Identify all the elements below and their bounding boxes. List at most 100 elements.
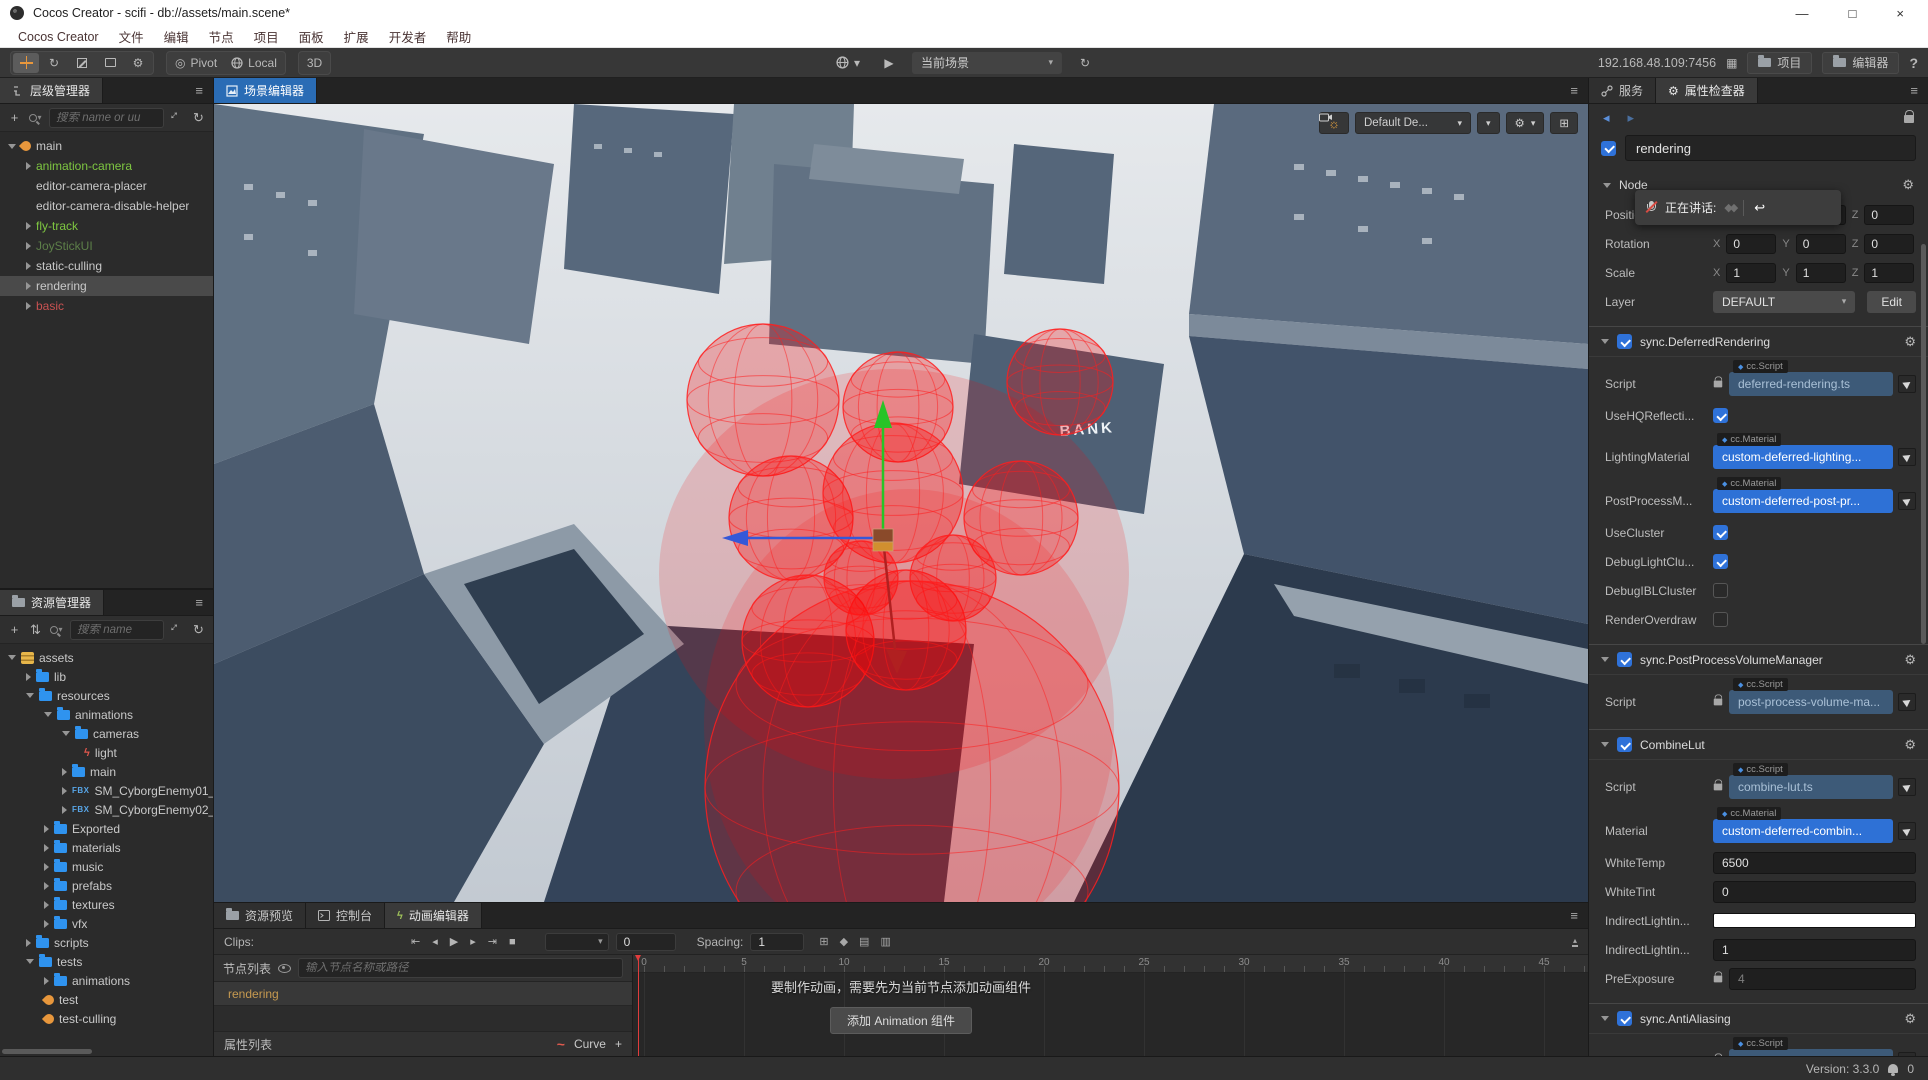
- asset-node-cyborg02[interactable]: FBX SM_CyborgEnemy02_ba: [0, 800, 213, 819]
- expand-arrow-icon[interactable]: [26, 242, 31, 250]
- menu-edit[interactable]: 编辑: [154, 27, 199, 46]
- menu-developer[interactable]: 开发者: [379, 27, 437, 46]
- component-header[interactable]: sync.DeferredRendering ⚙: [1589, 327, 1928, 357]
- component-gear-icon[interactable]: ⚙: [1904, 737, 1916, 753]
- grid-snap-icon[interactable]: ⊞: [819, 935, 828, 948]
- script-asset-field[interactable]: combine-lut.ts: [1729, 775, 1893, 799]
- expand-arrow-icon[interactable]: [62, 786, 67, 795]
- collapse-arrow-icon[interactable]: [1601, 742, 1609, 747]
- component-gear-icon[interactable]: ⚙: [1904, 652, 1916, 668]
- collapse-arrow-icon[interactable]: [1603, 182, 1611, 188]
- material-field[interactable]: custom-deferred-combin...: [1713, 819, 1893, 843]
- asset-node-resources[interactable]: resources: [0, 686, 213, 705]
- asset-node-main[interactable]: main: [0, 762, 213, 781]
- component-gear-icon[interactable]: ⚙: [1904, 1011, 1916, 1027]
- menu-app[interactable]: Cocos Creator: [8, 30, 109, 44]
- scene-gizmo-settings-button[interactable]: ⚙ ▾: [1505, 112, 1545, 134]
- tab-hierarchy[interactable]: 层级管理器: [0, 78, 104, 103]
- node-active-checkbox[interactable]: [1601, 140, 1616, 156]
- hierarchy-node-main[interactable]: main: [0, 136, 213, 156]
- skip-to-end-button[interactable]: ⇥: [488, 935, 497, 948]
- script-asset-field[interactable]: anti-aliasing.ts: [1729, 1049, 1893, 1056]
- insert-keyframe-icon[interactable]: ◆: [840, 935, 848, 948]
- asset-picker-button[interactable]: [1898, 375, 1916, 393]
- component-enabled-checkbox[interactable]: [1617, 652, 1632, 667]
- asset-picker-button[interactable]: [1898, 778, 1916, 796]
- hierarchy-node-rendering-selected[interactable]: rendering: [0, 276, 213, 296]
- minimize-button[interactable]: —: [1796, 6, 1809, 21]
- expand-arrow-icon[interactable]: [44, 900, 49, 909]
- tab-services[interactable]: 服务: [1589, 78, 1657, 103]
- indirect-color-field[interactable]: [1713, 913, 1916, 928]
- asset-node-tests-animations[interactable]: animations: [0, 971, 213, 990]
- whitetemp-field[interactable]: 6500: [1713, 851, 1916, 874]
- previous-frame-button[interactable]: ◂: [432, 935, 438, 948]
- rotation-z-field[interactable]: 0: [1864, 233, 1915, 254]
- asset-node-music[interactable]: music: [0, 857, 213, 876]
- assets-search-input[interactable]: [77, 623, 157, 636]
- nav-back-button[interactable]: ◂: [1603, 110, 1610, 126]
- component-enabled-checkbox[interactable]: [1617, 1011, 1632, 1026]
- script-asset-field[interactable]: deferred-rendering.ts: [1729, 372, 1893, 396]
- debugibl-checkbox[interactable]: [1713, 583, 1728, 598]
- expand-arrow-icon[interactable]: [44, 976, 49, 985]
- play-button[interactable]: ▶: [876, 53, 902, 73]
- hierarchy-node-editor-camera-disable-helper[interactable]: editor-camera-disable-helper: [0, 196, 213, 216]
- hierarchy-node-editor-camera-placer[interactable]: editor-camera-placer: [0, 176, 213, 196]
- expand-arrow-icon[interactable]: [26, 672, 31, 681]
- search-filter-button[interactable]: ▾: [49, 622, 64, 638]
- hierarchy-node-basic[interactable]: basic: [0, 296, 213, 316]
- spacing-field[interactable]: 1: [750, 932, 805, 951]
- usecluster-checkbox[interactable]: [1713, 525, 1728, 540]
- hierarchy-node-joystickui[interactable]: JoyStickUI: [0, 236, 213, 256]
- 3d-mode-button[interactable]: 3D: [301, 53, 328, 73]
- gizmo-settings-button[interactable]: ⚙: [125, 53, 151, 73]
- render-profile-select[interactable]: Default De... ▾: [1354, 112, 1471, 134]
- expand-arrow-icon[interactable]: [26, 282, 31, 290]
- node-list-search-input[interactable]: [305, 962, 616, 974]
- scene-menu-icon[interactable]: ≡: [1560, 78, 1588, 103]
- node-settings-gear-icon[interactable]: ⚙: [1902, 177, 1914, 193]
- notification-bell-icon[interactable]: [1888, 1064, 1899, 1076]
- asset-node-materials[interactable]: materials: [0, 838, 213, 857]
- nav-forward-button[interactable]: ▸: [1628, 110, 1635, 126]
- asset-node-textures[interactable]: textures: [0, 895, 213, 914]
- scale-tool-button[interactable]: [69, 53, 95, 73]
- collapse-arrow-icon[interactable]: [1601, 339, 1609, 344]
- rotate-tool-button[interactable]: ↻: [41, 53, 67, 73]
- usehq-checkbox[interactable]: [1713, 408, 1728, 423]
- tab-scene-editor[interactable]: 场景编辑器: [214, 78, 318, 103]
- asset-node-tests[interactable]: tests: [0, 952, 213, 971]
- tab-inspector[interactable]: ⚙ 属性检查器: [1656, 78, 1758, 103]
- qr-code-icon[interactable]: ▦: [1726, 56, 1737, 70]
- open-project-folder-button[interactable]: 项目: [1747, 51, 1813, 74]
- expand-arrow-icon[interactable]: [62, 805, 67, 814]
- asset-node-lib[interactable]: lib: [0, 667, 213, 686]
- scene-viewport[interactable]: BANK ☼ Default De... ▾ ▾ ⚙ ▾ ⊞: [214, 104, 1588, 902]
- menu-help[interactable]: 帮助: [436, 27, 481, 46]
- hierarchy-node-static-culling[interactable]: static-culling: [0, 256, 213, 276]
- asset-picker-button[interactable]: [1898, 822, 1916, 840]
- inspector-scrollbar[interactable]: [1921, 244, 1926, 644]
- scale-z-field[interactable]: 1: [1864, 262, 1915, 283]
- component-header[interactable]: sync.AntiAliasing ⚙: [1589, 1004, 1928, 1034]
- lock-inspector-icon[interactable]: [1904, 109, 1914, 123]
- collapse-arrow-icon[interactable]: [62, 731, 70, 736]
- rect-tool-button[interactable]: [97, 53, 123, 73]
- stop-animation-button[interactable]: ■: [509, 936, 516, 948]
- move-tool-button[interactable]: [13, 52, 39, 73]
- asset-picker-button[interactable]: [1898, 492, 1916, 510]
- whitetint-field[interactable]: 0: [1713, 880, 1916, 903]
- overdraw-checkbox[interactable]: [1713, 612, 1728, 627]
- open-editor-folder-button[interactable]: 编辑器: [1822, 51, 1900, 74]
- asset-node-light[interactable]: ϟ light: [0, 743, 213, 762]
- tab-console[interactable]: 控制台: [306, 903, 386, 928]
- maximize-button[interactable]: □: [1849, 6, 1857, 21]
- expand-arrow-icon[interactable]: [44, 919, 49, 928]
- asset-node-test-culling[interactable]: test-culling: [0, 1009, 213, 1028]
- expand-arrow-icon[interactable]: [26, 222, 31, 230]
- tab-animation-editor[interactable]: ϟ 动画编辑器: [385, 903, 482, 928]
- layer-edit-button[interactable]: Edit: [1867, 290, 1916, 313]
- indirect-intensity-field[interactable]: 1: [1713, 938, 1916, 961]
- expand-arrow-icon[interactable]: [26, 302, 31, 310]
